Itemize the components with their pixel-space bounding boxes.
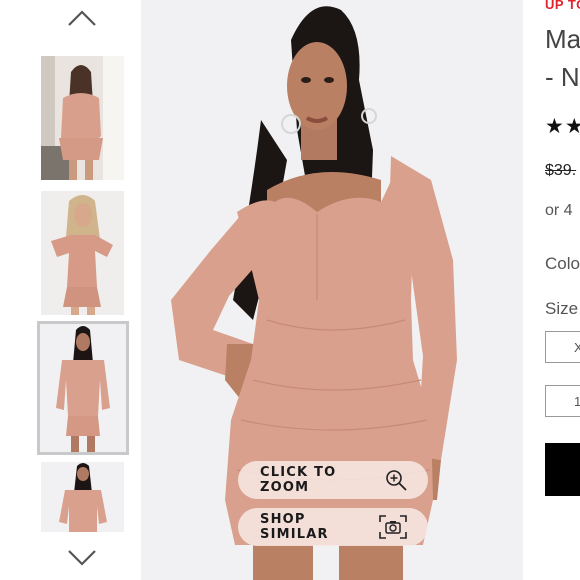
thumbnail-photo	[41, 56, 124, 180]
thumbnail-rail	[0, 0, 140, 580]
thumbnail-4[interactable]	[41, 462, 124, 532]
rating-stars[interactable]: ★★	[545, 114, 580, 139]
original-price: $39.	[545, 162, 577, 179]
chevron-down-icon	[68, 550, 96, 566]
thumbnail-photo	[41, 191, 124, 315]
click-to-zoom-button[interactable]: CLICK TO ZOOM	[238, 461, 428, 499]
gallery-prev-button[interactable]	[66, 6, 98, 30]
thumbnail-1[interactable]	[41, 56, 124, 180]
chevron-up-icon	[68, 10, 96, 26]
thumbnail-photo	[41, 462, 124, 532]
shop-similar-button[interactable]: SHOP SIMILAR	[238, 508, 428, 546]
main-product-image[interactable]: CLICK TO ZOOM SHOP SIMILAR	[141, 0, 523, 580]
gallery-next-button[interactable]	[66, 546, 98, 570]
thumbnail-2[interactable]	[41, 191, 124, 315]
thumbnail-3-selected[interactable]	[37, 321, 129, 455]
size-label: Size	[545, 299, 579, 318]
product-title-line-1: Ma	[545, 24, 580, 54]
product-info-panel: UP TO Ma - N ★★ $39. or 4 Colo Size X 1	[523, 0, 580, 580]
color-label: Colo	[545, 254, 580, 273]
product-title-line-2: - N	[545, 62, 580, 92]
size-option-button[interactable]: X	[545, 331, 580, 363]
size-option-button[interactable]: 1	[545, 385, 580, 417]
shop-similar-label: SHOP SIMILAR	[260, 512, 329, 542]
thumbnail-photo	[40, 324, 126, 452]
add-to-bag-button[interactable]	[545, 443, 580, 496]
zoom-in-icon	[384, 468, 408, 492]
installment-text: or 4	[545, 202, 573, 219]
camera-search-icon	[378, 514, 408, 540]
promo-banner[interactable]: UP TO	[545, 0, 580, 12]
click-to-zoom-label: CLICK TO ZOOM	[260, 465, 337, 495]
